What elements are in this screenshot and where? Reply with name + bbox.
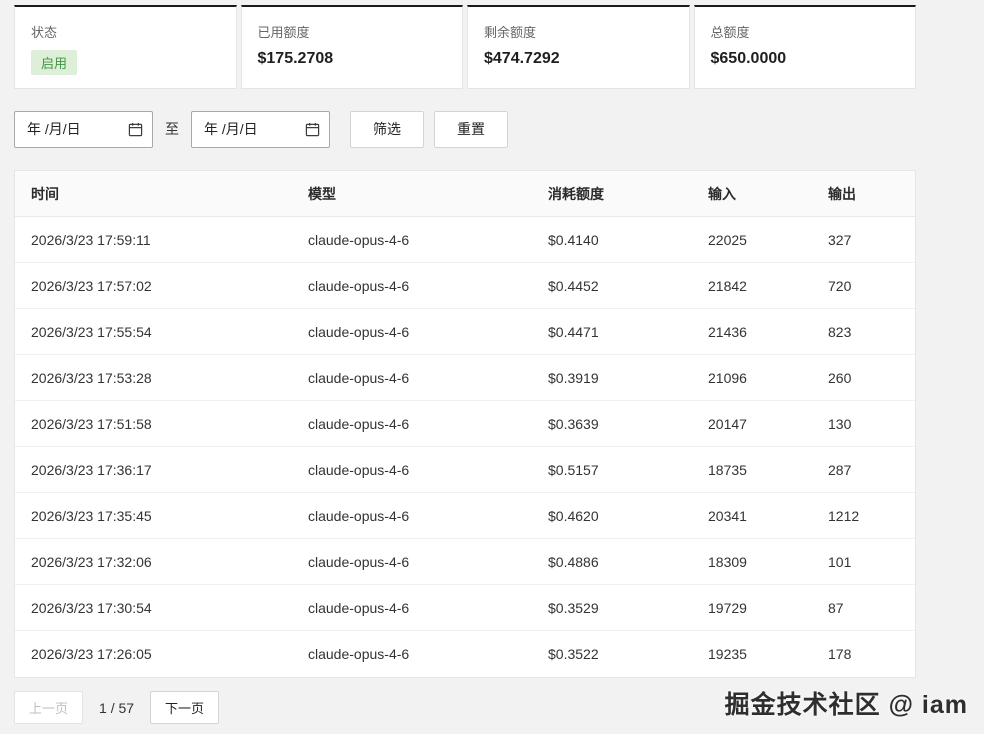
table-cell: claude-opus-4-6 (292, 508, 532, 524)
table-cell: 87 (812, 600, 915, 616)
table-row: 2026/3/23 17:35:45claude-opus-4-6$0.4620… (15, 493, 915, 539)
table-cell: claude-opus-4-6 (292, 278, 532, 294)
table-cell: 18309 (692, 554, 812, 570)
table-cell: 287 (812, 462, 915, 478)
calendar-icon[interactable] (305, 122, 320, 137)
next-page-button[interactable]: 下一页 (150, 691, 219, 724)
table-cell: $0.3522 (532, 646, 692, 662)
table-cell: claude-opus-4-6 (292, 232, 532, 248)
page-indicator: 1 / 57 (99, 700, 134, 716)
table-row: 2026/3/23 17:55:54claude-opus-4-6$0.4471… (15, 309, 915, 355)
table-cell: claude-opus-4-6 (292, 324, 532, 340)
table-cell: 2026/3/23 17:26:05 (15, 646, 292, 662)
table-row: 2026/3/23 17:36:17claude-opus-4-6$0.5157… (15, 447, 915, 493)
table-cell: 260 (812, 370, 915, 386)
start-date-input[interactable]: 年 /月/日 (14, 111, 153, 148)
table-cell: $0.3639 (532, 416, 692, 432)
table-cell: 720 (812, 278, 915, 294)
table-cell: 2026/3/23 17:59:11 (15, 232, 292, 248)
table-cell: 21436 (692, 324, 812, 340)
table-cell: 2026/3/23 17:32:06 (15, 554, 292, 570)
table-cell: $0.4471 (532, 324, 692, 340)
table-cell: 19235 (692, 646, 812, 662)
filter-bar: 年 /月/日 至 年 /月/日 筛选 (14, 110, 930, 148)
stats-row: 状态 启用 已用额度 $175.2708 剩余额度 $474.7292 总额度 … (14, 5, 916, 89)
table-cell: 178 (812, 646, 915, 662)
table-cell: $0.4140 (532, 232, 692, 248)
table-row: 2026/3/23 17:26:05claude-opus-4-6$0.3522… (15, 631, 915, 677)
table-cell: 2026/3/23 17:36:17 (15, 462, 292, 478)
prev-page-button[interactable]: 上一页 (14, 691, 83, 724)
table-header-row: 时间 模型 消耗额度 输入 输出 (15, 171, 915, 217)
table-cell: claude-opus-4-6 (292, 600, 532, 616)
usage-dashboard: 状态 启用 已用额度 $175.2708 剩余额度 $474.7292 总额度 … (0, 0, 930, 724)
date-placeholder: 年 /月/日 (27, 119, 81, 139)
column-header-output: 输出 (812, 184, 915, 204)
date-placeholder: 年 /月/日 (204, 119, 258, 139)
table-cell: 20341 (692, 508, 812, 524)
table-row: 2026/3/23 17:53:28claude-opus-4-6$0.3919… (15, 355, 915, 401)
table-cell: 19729 (692, 600, 812, 616)
table-cell: 2026/3/23 17:51:58 (15, 416, 292, 432)
table-cell: $0.3919 (532, 370, 692, 386)
stat-card-status: 状态 启用 (14, 5, 237, 89)
stat-label: 总额度 (711, 22, 900, 41)
end-date-input[interactable]: 年 /月/日 (191, 111, 330, 148)
table-cell: 2026/3/23 17:30:54 (15, 600, 292, 616)
table-cell: 20147 (692, 416, 812, 432)
stat-card-remaining-quota: 剩余额度 $474.7292 (467, 5, 690, 89)
table-row: 2026/3/23 17:32:06claude-opus-4-6$0.4886… (15, 539, 915, 585)
table-cell: 823 (812, 324, 915, 340)
table-cell: 130 (812, 416, 915, 432)
table-row: 2026/3/23 17:51:58claude-opus-4-6$0.3639… (15, 401, 915, 447)
column-header-time: 时间 (15, 184, 292, 204)
table-cell: $0.5157 (532, 462, 692, 478)
table-cell: $0.4620 (532, 508, 692, 524)
table-cell: 2026/3/23 17:35:45 (15, 508, 292, 524)
table-cell: 327 (812, 232, 915, 248)
table-cell: 18735 (692, 462, 812, 478)
stat-card-used-quota: 已用额度 $175.2708 (241, 5, 464, 89)
table-cell: 22025 (692, 232, 812, 248)
table-cell: claude-opus-4-6 (292, 462, 532, 478)
table-row: 2026/3/23 17:30:54claude-opus-4-6$0.3529… (15, 585, 915, 631)
column-header-model: 模型 (292, 184, 532, 204)
table-cell: 1212 (812, 508, 915, 524)
filter-button[interactable]: 筛选 (350, 111, 424, 148)
table-row: 2026/3/23 17:59:11claude-opus-4-6$0.4140… (15, 217, 915, 263)
table-cell: 21096 (692, 370, 812, 386)
status-badge: 启用 (31, 50, 77, 75)
stat-value: $650.0000 (711, 50, 900, 68)
table-cell: 2026/3/23 17:53:28 (15, 370, 292, 386)
pagination: 上一页 1 / 57 下一页 (14, 691, 930, 724)
table-row: 2026/3/23 17:57:02claude-opus-4-6$0.4452… (15, 263, 915, 309)
table-cell: 21842 (692, 278, 812, 294)
table-cell: claude-opus-4-6 (292, 370, 532, 386)
usage-table: 时间 模型 消耗额度 输入 输出 2026/3/23 17:59:11claud… (14, 170, 916, 678)
stat-value: $175.2708 (258, 50, 447, 68)
stat-label: 状态 (31, 22, 220, 41)
table-cell: $0.4886 (532, 554, 692, 570)
table-cell: claude-opus-4-6 (292, 554, 532, 570)
column-header-cost: 消耗额度 (532, 184, 692, 204)
table-cell: 2026/3/23 17:57:02 (15, 278, 292, 294)
calendar-icon[interactable] (128, 122, 143, 137)
table-cell: $0.4452 (532, 278, 692, 294)
table-cell: claude-opus-4-6 (292, 416, 532, 432)
date-range-to-label: 至 (165, 119, 179, 139)
stat-label: 剩余额度 (484, 22, 673, 41)
table-cell: 2026/3/23 17:55:54 (15, 324, 292, 340)
reset-button[interactable]: 重置 (434, 111, 508, 148)
column-header-input: 输入 (692, 184, 812, 204)
stat-value: $474.7292 (484, 50, 673, 68)
stat-card-total-quota: 总额度 $650.0000 (694, 5, 917, 89)
stat-label: 已用额度 (258, 22, 447, 41)
table-cell: claude-opus-4-6 (292, 646, 532, 662)
table-cell: 101 (812, 554, 915, 570)
table-cell: $0.3529 (532, 600, 692, 616)
usage-table-body: 2026/3/23 17:59:11claude-opus-4-6$0.4140… (15, 217, 915, 677)
